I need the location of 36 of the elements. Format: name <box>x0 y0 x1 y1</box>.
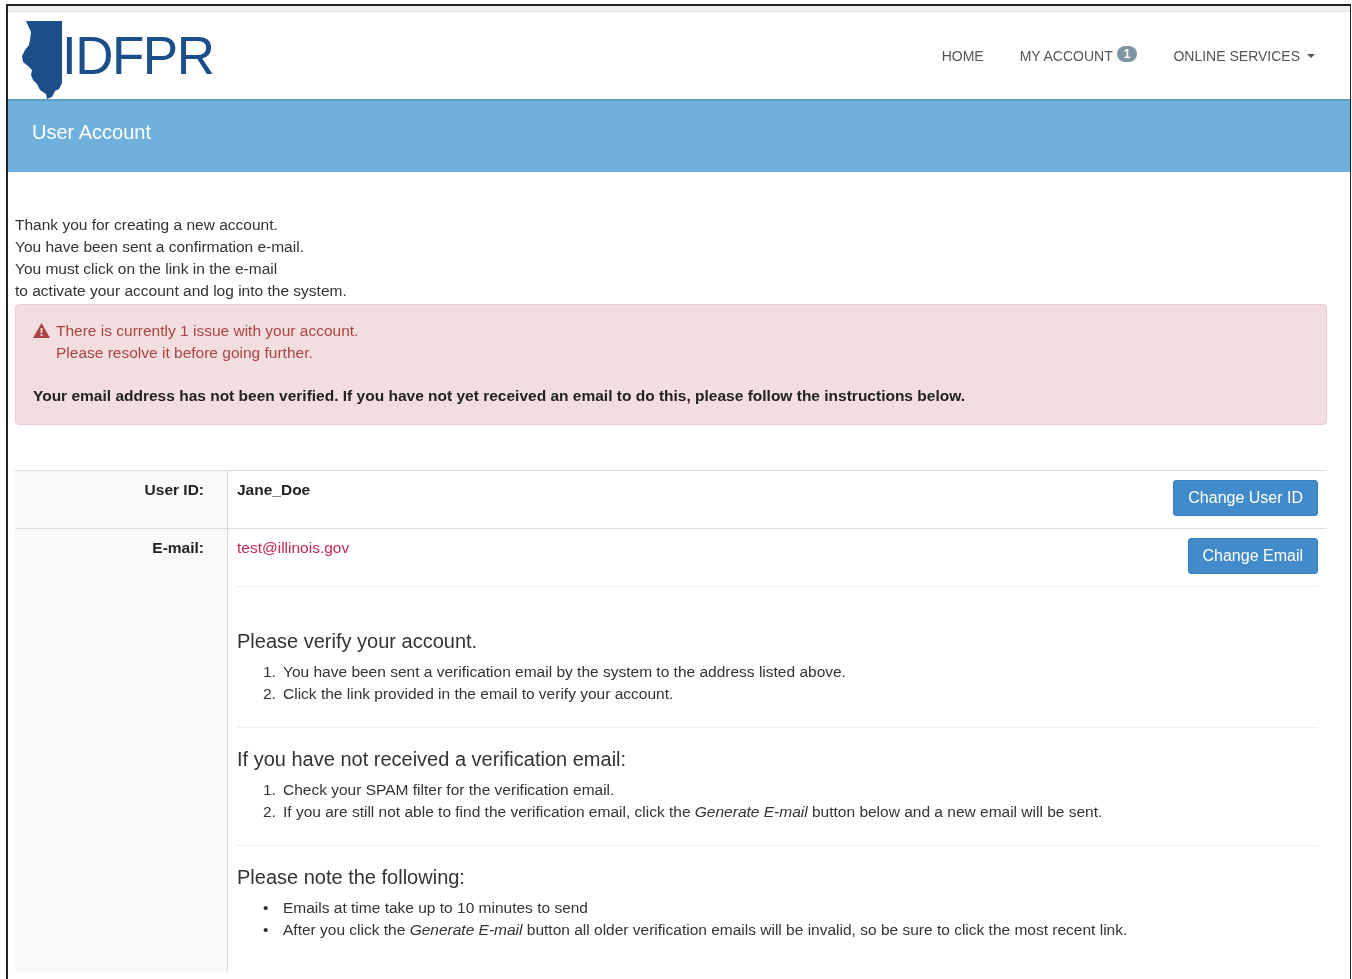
list-marker: 1. <box>263 662 277 682</box>
field-label: E-mail: <box>15 528 228 972</box>
alert-text: Please resolve it before going further. <box>56 343 314 363</box>
nav-link[interactable]: HOME <box>941 47 984 64</box>
change-user-id-button[interactable]: Change User ID <box>1173 480 1318 516</box>
list-item-text: After you click the Generate E-mail button all older verification emails will be invalid, so be sure to click the most recent link. <box>283 920 1128 940</box>
section-heading: Please note the following: <box>237 866 466 889</box>
intro-text: You must click on the link in the e-mail <box>15 259 279 279</box>
list-marker: 2. <box>263 684 277 704</box>
list-marker: 2. <box>263 802 277 822</box>
nav-link[interactable]: MY ACCOUNT 1 <box>1019 47 1138 64</box>
section-heading: If you have not received a verification email: <box>237 748 628 771</box>
intro-text: You have been sent a confirmation e-mail. <box>15 237 305 257</box>
list-item-text: You have been sent a verification email by the system to the address listed above. <box>283 662 846 682</box>
field-value: Jane_Doe <box>237 481 311 499</box>
alert-message: Your email address has not been verified. If you have not yet received an email to do this, please follow the instructions below. <box>33 387 966 405</box>
list-item-text: Click the link provided in the email to verify your account. <box>283 684 674 704</box>
list-marker: • <box>263 898 270 918</box>
list-item-text: Emails at time take up to 10 minutes to send <box>283 898 588 918</box>
page-title: User Account <box>32 121 152 144</box>
intro-text: Thank you for creating a new account. <box>15 215 279 235</box>
warning-icon <box>33 323 50 338</box>
nav-dropdown[interactable]: ONLINE SERVICES <box>1173 47 1315 64</box>
change-email-button[interactable]: Change Email <box>1187 538 1318 574</box>
intro-text: to activate your account and log into the system. <box>15 281 348 301</box>
caret-icon <box>1307 53 1315 58</box>
email-value: test@illinois.gov <box>237 539 350 557</box>
list-marker: 1. <box>263 780 277 800</box>
count-badge: 1 <box>1116 45 1138 62</box>
field-label: User ID: <box>15 470 228 529</box>
section-heading: Please verify your account. <box>237 630 479 653</box>
list-marker: • <box>263 920 270 940</box>
list-item-text: Check your SPAM filter for the verification email. <box>283 780 615 800</box>
list-item-text: If you are still not able to find the verification email, click the Generate E-mail button below and a new email will be sent. <box>283 802 1103 822</box>
logo-text: IDFPR <box>62 29 214 82</box>
alert-text: There is currently 1 issue with your account. <box>56 321 359 341</box>
